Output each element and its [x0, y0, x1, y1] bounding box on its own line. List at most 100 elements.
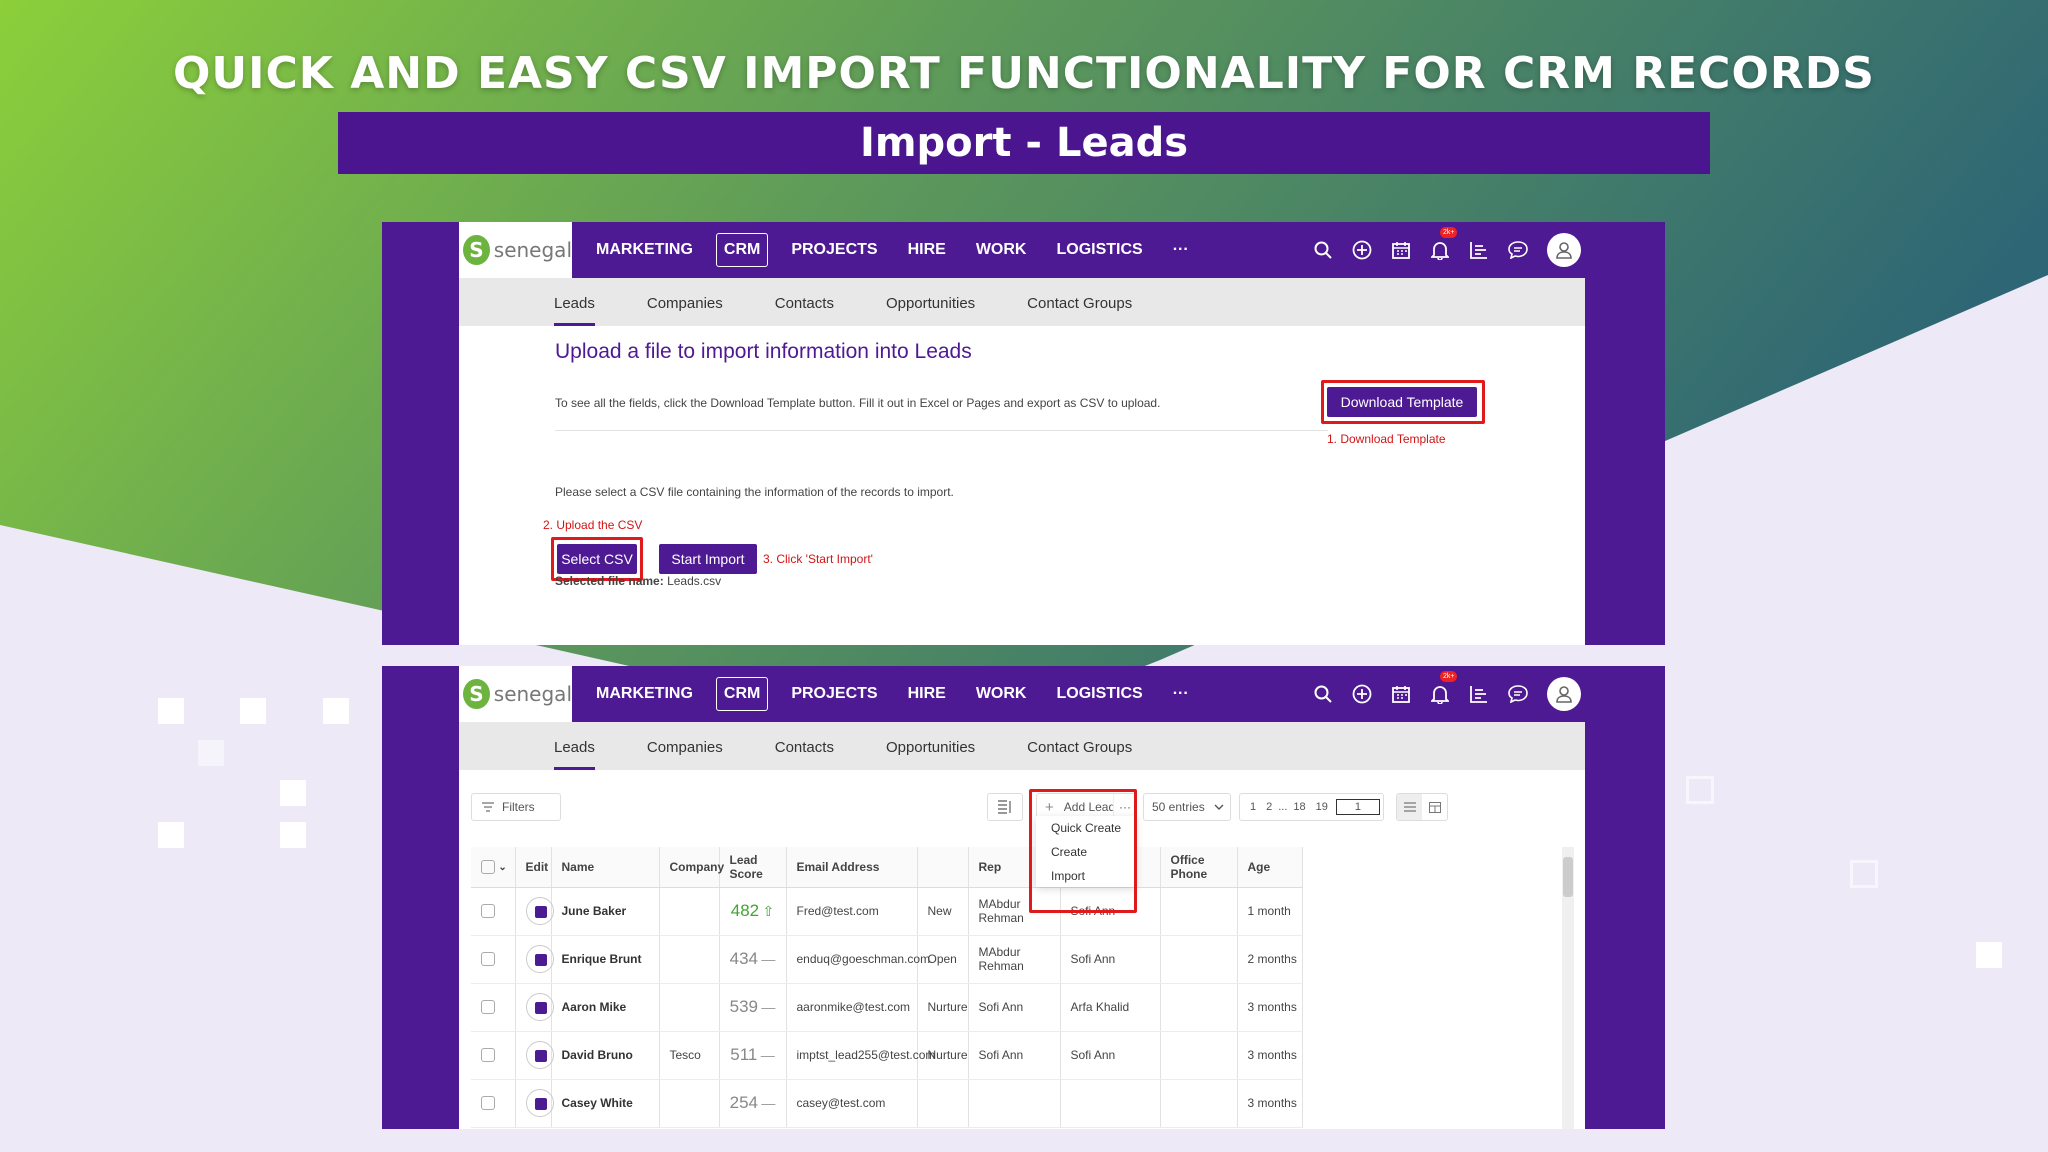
- main-menu: MARKETING CRM PROJECTS HIRE WORK LOGISTI…: [581, 222, 1204, 278]
- select-all-cell[interactable]: ⌄: [471, 847, 516, 888]
- lead-manager: Sofi Ann: [1060, 935, 1161, 984]
- edit-icon[interactable]: [525, 1041, 554, 1069]
- lead-email[interactable]: Fred@test.com: [786, 887, 918, 936]
- menu-work[interactable]: WORK: [961, 685, 1042, 703]
- col-status[interactable]: [917, 847, 969, 888]
- calendar-icon[interactable]: [1381, 683, 1420, 706]
- tab-opportunities[interactable]: Opportunities: [886, 295, 975, 326]
- vertical-scrollbar[interactable]: [1562, 847, 1574, 1129]
- row-checkbox[interactable]: [481, 1000, 495, 1015]
- lead-name[interactable]: June Baker: [551, 887, 660, 936]
- calendar-icon[interactable]: [1381, 239, 1420, 262]
- column-toggle-button[interactable]: [987, 793, 1023, 821]
- decor-square: [280, 780, 306, 806]
- user-avatar-icon[interactable]: [1547, 677, 1581, 711]
- lead-email[interactable]: enduq@goeschman.com: [786, 935, 930, 984]
- table-row[interactable]: David Bruno Tesco 511 — imptst_lead255@t…: [471, 1031, 1303, 1080]
- col-lead-score[interactable]: Lead Score: [719, 847, 787, 888]
- lead-email[interactable]: casey@test.com: [786, 1079, 918, 1128]
- entries-select[interactable]: 50 entries: [1143, 793, 1231, 821]
- table-row[interactable]: Enrique Brunt 434 — enduq@goeschman.com …: [471, 935, 1303, 984]
- chart-icon[interactable]: [1459, 683, 1498, 706]
- lead-rep: [968, 1079, 1061, 1128]
- menu-more[interactable]: ···: [1158, 685, 1204, 703]
- menu-crm[interactable]: CRM: [715, 233, 769, 267]
- bell-icon[interactable]: 2k+: [1420, 670, 1459, 706]
- lead-name[interactable]: David Bruno: [551, 1031, 660, 1080]
- col-edit[interactable]: Edit: [515, 847, 552, 888]
- tab-contact-groups[interactable]: Contact Groups: [1027, 295, 1132, 326]
- bell-icon[interactable]: 2k+: [1420, 226, 1459, 262]
- lead-name[interactable]: Aaron Mike: [551, 983, 660, 1032]
- search-icon[interactable]: [1303, 683, 1342, 706]
- edit-icon[interactable]: [525, 945, 554, 973]
- menu-logistics[interactable]: LOGISTICS: [1041, 241, 1157, 259]
- tab-contacts[interactable]: Contacts: [775, 739, 834, 770]
- lead-email[interactable]: aaronmike@test.com: [786, 983, 918, 1032]
- page-input[interactable]: 1: [1335, 799, 1380, 815]
- page-link[interactable]: 18: [1293, 801, 1305, 813]
- tab-contact-groups[interactable]: Contact Groups: [1027, 739, 1132, 770]
- row-checkbox[interactable]: [481, 904, 495, 919]
- menu-work[interactable]: WORK: [961, 241, 1042, 259]
- tab-opportunities[interactable]: Opportunities: [886, 739, 975, 770]
- tab-leads[interactable]: Leads: [554, 295, 595, 326]
- edit-icon[interactable]: [525, 897, 554, 925]
- filters-button[interactable]: Filters: [471, 793, 561, 821]
- lead-email[interactable]: imptst_lead255@test.com: [786, 1031, 935, 1080]
- col-age[interactable]: Age: [1237, 847, 1303, 888]
- menu-marketing[interactable]: MARKETING: [581, 241, 708, 259]
- menu-hire[interactable]: HIRE: [893, 685, 961, 703]
- chart-icon[interactable]: [1459, 239, 1498, 262]
- page-link[interactable]: 2: [1266, 801, 1272, 813]
- table-row[interactable]: Aaron Mike 539 — aaronmike@test.com Nurt…: [471, 983, 1303, 1032]
- search-icon[interactable]: [1303, 239, 1342, 262]
- logo[interactable]: S senegal: [459, 666, 572, 722]
- edit-icon[interactable]: [525, 1089, 554, 1117]
- menu-more[interactable]: ···: [1158, 241, 1204, 259]
- chat-icon[interactable]: [1498, 239, 1537, 262]
- col-email[interactable]: Email Address: [786, 847, 918, 888]
- grid-view-icon[interactable]: [1422, 794, 1447, 820]
- divider: [555, 430, 1328, 431]
- col-name[interactable]: Name: [551, 847, 660, 888]
- table-row[interactable]: Casey White 254 — casey@test.com 3 month…: [471, 1079, 1303, 1128]
- tab-leads[interactable]: Leads: [554, 739, 595, 770]
- page-link[interactable]: 19: [1316, 801, 1328, 813]
- row-checkbox[interactable]: [481, 952, 495, 967]
- menu-projects[interactable]: PROJECTS: [776, 685, 892, 703]
- tab-contacts[interactable]: Contacts: [775, 295, 834, 326]
- edit-icon[interactable]: [525, 993, 554, 1021]
- lead-age: 1 month: [1237, 887, 1303, 936]
- col-office-phone[interactable]: Office Phone: [1160, 847, 1238, 888]
- list-view-icon[interactable]: [1397, 794, 1422, 820]
- menu-projects[interactable]: PROJECTS: [776, 241, 892, 259]
- chevron-down-icon[interactable]: ⌄: [498, 862, 506, 873]
- lead-status: New: [917, 887, 969, 936]
- tab-companies[interactable]: Companies: [647, 739, 723, 770]
- filters-label: Filters: [502, 800, 535, 814]
- scrollbar-thumb[interactable]: [1563, 857, 1573, 897]
- decor-square: [198, 740, 224, 766]
- page-title: Upload a file to import information into…: [555, 340, 972, 363]
- col-company[interactable]: Company: [659, 847, 724, 888]
- start-import-button[interactable]: Start Import: [659, 544, 757, 574]
- menu-marketing[interactable]: MARKETING: [581, 685, 708, 703]
- lead-name[interactable]: Casey White: [551, 1079, 660, 1128]
- menu-logistics[interactable]: LOGISTICS: [1041, 685, 1157, 703]
- row-checkbox[interactable]: [481, 1048, 495, 1063]
- app-window: S senegal MARKETING CRM PROJECTS HIRE WO…: [459, 222, 1585, 645]
- row-checkbox[interactable]: [481, 1096, 495, 1111]
- table-row[interactable]: June Baker 482 ⇧ Fred@test.com New MAbdu…: [471, 887, 1303, 936]
- plus-circle-icon[interactable]: [1342, 239, 1381, 262]
- lead-name[interactable]: Enrique Brunt: [551, 935, 660, 984]
- select-all-checkbox[interactable]: [481, 860, 495, 875]
- menu-crm[interactable]: CRM: [715, 677, 769, 711]
- chat-icon[interactable]: [1498, 683, 1537, 706]
- tab-companies[interactable]: Companies: [647, 295, 723, 326]
- plus-circle-icon[interactable]: [1342, 683, 1381, 706]
- logo[interactable]: S senegal: [459, 222, 572, 278]
- menu-hire[interactable]: HIRE: [893, 241, 961, 259]
- page-link[interactable]: 1: [1250, 801, 1256, 813]
- user-avatar-icon[interactable]: [1547, 233, 1581, 267]
